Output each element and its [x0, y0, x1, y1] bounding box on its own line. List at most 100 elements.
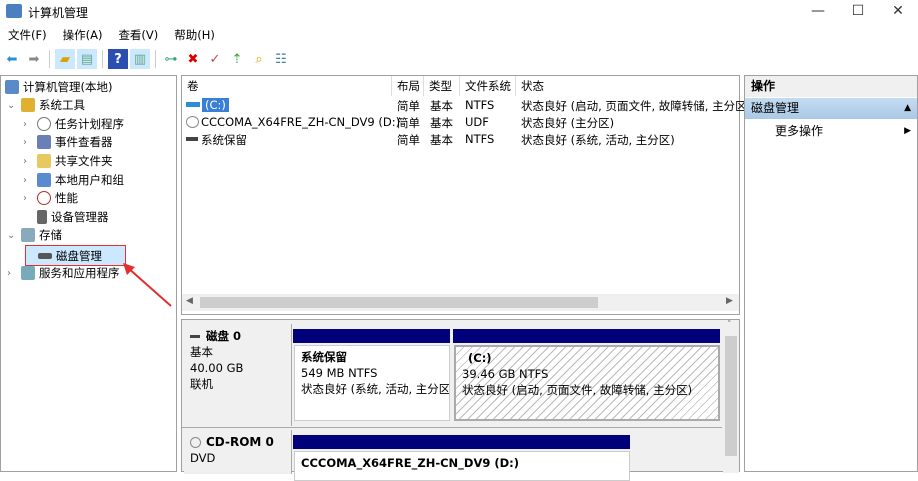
volume-list: 卷 布局 类型 文件系统 状态 (C:) 简单 基本 NTFS 状态良好 (启动… [181, 75, 747, 315]
tree-task-scheduler[interactable]: › 任务计划程序 [23, 116, 124, 132]
column-header-layout[interactable]: 布局 [392, 76, 424, 96]
tree-label: 系统工具 [39, 98, 85, 112]
tree-performance[interactable]: › 性能 [23, 190, 78, 206]
more-actions-label: 更多操作 [775, 124, 824, 138]
cell-type: 基本 [430, 99, 453, 113]
up-folder-icon[interactable]: ▰ [55, 49, 75, 69]
list-icon[interactable]: ☷ [271, 49, 291, 69]
chevron-right-icon[interactable]: › [23, 156, 33, 167]
scroll-up-icon[interactable]: ˄ [727, 320, 732, 330]
partition-d[interactable]: CCCOMA_X64FRE_ZH-CN_DV9 (D:) [294, 451, 630, 481]
back-icon[interactable]: ⬅ [2, 49, 22, 69]
delete-icon[interactable]: ✖ [183, 49, 203, 69]
tree-label: 存储 [39, 228, 62, 242]
tree-label: 磁盘管理 [56, 248, 102, 263]
disk-icon [190, 335, 200, 338]
tree-device-manager[interactable]: 设备管理器 [37, 209, 109, 225]
chevron-right-icon[interactable]: › [7, 268, 17, 279]
shared-folder-icon [37, 154, 51, 168]
column-header-status[interactable]: 状态 [516, 76, 739, 96]
tree-local-users[interactable]: › 本地用户和组 [23, 172, 124, 188]
actions-header: 操作 [745, 76, 917, 97]
chevron-right-icon[interactable]: › [23, 137, 33, 148]
tree-shared-folders[interactable]: › 共享文件夹 [23, 153, 113, 169]
menu-view[interactable]: 查看(V) [118, 28, 158, 42]
table-row[interactable]: CCCOMA_X64FRE_ZH-CN_DV9 (D:) 简单 基本 UDF 状… [182, 114, 739, 131]
show-hide-action-pane-icon[interactable]: ▥ [130, 49, 150, 69]
column-header-type[interactable]: 类型 [424, 76, 460, 96]
scrollbar-thumb[interactable] [725, 336, 737, 456]
disk-type: DVD [190, 451, 216, 465]
storage-icon [21, 228, 35, 242]
connect-icon[interactable]: ⊶ [161, 49, 181, 69]
properties-icon[interactable]: ✓ [205, 49, 225, 69]
cell-filesystem: NTFS [465, 132, 495, 146]
more-actions[interactable]: 更多操作 ▶ [745, 121, 917, 141]
tree-label: 性能 [55, 191, 78, 205]
column-header-volume[interactable]: 卷 [182, 76, 392, 96]
actions-pane: 操作 磁盘管理 ▲ 更多操作 ▶ [744, 75, 918, 472]
table-row[interactable]: 系统保留 简单 基本 NTFS 状态良好 (系统, 活动, 主分区) [182, 131, 739, 148]
volume-icon [186, 137, 198, 141]
section-label: 磁盘管理 [751, 101, 800, 115]
chevron-right-icon[interactable]: › [23, 119, 33, 130]
vertical-scrollbar[interactable]: ˄ [723, 320, 739, 473]
cell-filesystem: NTFS [465, 98, 495, 112]
menu-file[interactable]: 文件(F) [8, 28, 47, 42]
tree-root[interactable]: 计算机管理(本地) [5, 79, 112, 95]
menu-help[interactable]: 帮助(H) [174, 28, 215, 42]
disk-map: 磁盘 0 基本 40.00 GB 联机 系统保留 549 MB NTFS 状态良… [181, 319, 740, 481]
chevron-down-icon[interactable]: ⌄ [7, 100, 17, 111]
tree-system-tools[interactable]: ⌄ 系统工具 [7, 97, 85, 113]
tree-label: 本地用户和组 [55, 173, 124, 187]
chevron-down-icon[interactable]: ⌄ [7, 230, 17, 241]
tree-label: 设备管理器 [51, 210, 109, 224]
disk-0-label[interactable]: 磁盘 0 基本 40.00 GB 联机 [184, 324, 292, 426]
forward-icon[interactable]: ➡ [24, 49, 44, 69]
window-title: 计算机管理 [28, 6, 89, 20]
disk-icon [38, 252, 52, 259]
tools-icon [21, 98, 35, 112]
collapse-icon[interactable]: ▲ [904, 98, 911, 119]
tree-disk-management[interactable]: 磁盘管理 [25, 245, 126, 266]
tree-event-viewer[interactable]: › 事件查看器 [23, 134, 113, 150]
tree-label: 计算机管理(本地) [23, 80, 113, 94]
chevron-right-icon[interactable]: › [23, 175, 33, 186]
scroll-left-icon[interactable]: ◀ [186, 296, 193, 306]
tree-label: 任务计划程序 [55, 117, 124, 131]
disk-size: 40.00 GB [190, 361, 244, 375]
cell-layout: 简单 [397, 133, 420, 147]
cdrom-0-label[interactable]: CD-ROM 0 DVD [184, 430, 292, 474]
cd-icon [186, 116, 199, 128]
partition-name: 系统保留 [301, 350, 347, 364]
close-button[interactable]: ✕ [878, 0, 918, 24]
scrollbar-thumb[interactable] [200, 297, 598, 308]
partition-name: (C:) [468, 351, 492, 365]
column-header-filesystem[interactable]: 文件系统 [460, 76, 516, 96]
volume-icon [186, 102, 200, 107]
actions-section-disk-management[interactable]: 磁盘管理 ▲ [745, 98, 917, 119]
disk-state: 联机 [190, 377, 213, 391]
help-icon[interactable]: ? [108, 49, 128, 69]
menu-action[interactable]: 操作(A) [63, 28, 103, 42]
minimize-button[interactable]: — [798, 0, 838, 24]
chevron-right-icon[interactable]: › [23, 193, 33, 204]
partition-bar [293, 329, 450, 343]
show-hide-tree-icon[interactable]: ▤ [77, 49, 97, 69]
tree-services[interactable]: › 服务和应用程序 [7, 265, 120, 281]
computer-management-icon [6, 4, 22, 18]
clock-icon [37, 117, 51, 131]
table-row[interactable]: (C:) 简单 基本 NTFS 状态良好 (启动, 页面文件, 故障转储, 主分… [182, 97, 747, 114]
users-icon [37, 173, 51, 187]
search-folder-icon[interactable]: ⌕ [249, 49, 269, 69]
folder-up-icon[interactable]: ⇡ [227, 49, 247, 69]
cell-type: 基本 [430, 116, 453, 130]
cell-type: 基本 [430, 133, 453, 147]
maximize-button[interactable]: ☐ [838, 0, 878, 24]
tree-label: 服务和应用程序 [39, 266, 120, 280]
partition-c[interactable]: (C:) 39.46 GB NTFS 状态良好 (启动, 页面文件, 故障转储,… [454, 345, 720, 421]
horizontal-scrollbar[interactable]: ◀ ▶ [182, 294, 739, 311]
scroll-right-icon[interactable]: ▶ [726, 296, 733, 306]
partition-system-reserved[interactable]: 系统保留 549 MB NTFS 状态良好 (系统, 活动, 主分区 [294, 345, 450, 421]
tree-storage[interactable]: ⌄ 存储 [7, 227, 62, 243]
